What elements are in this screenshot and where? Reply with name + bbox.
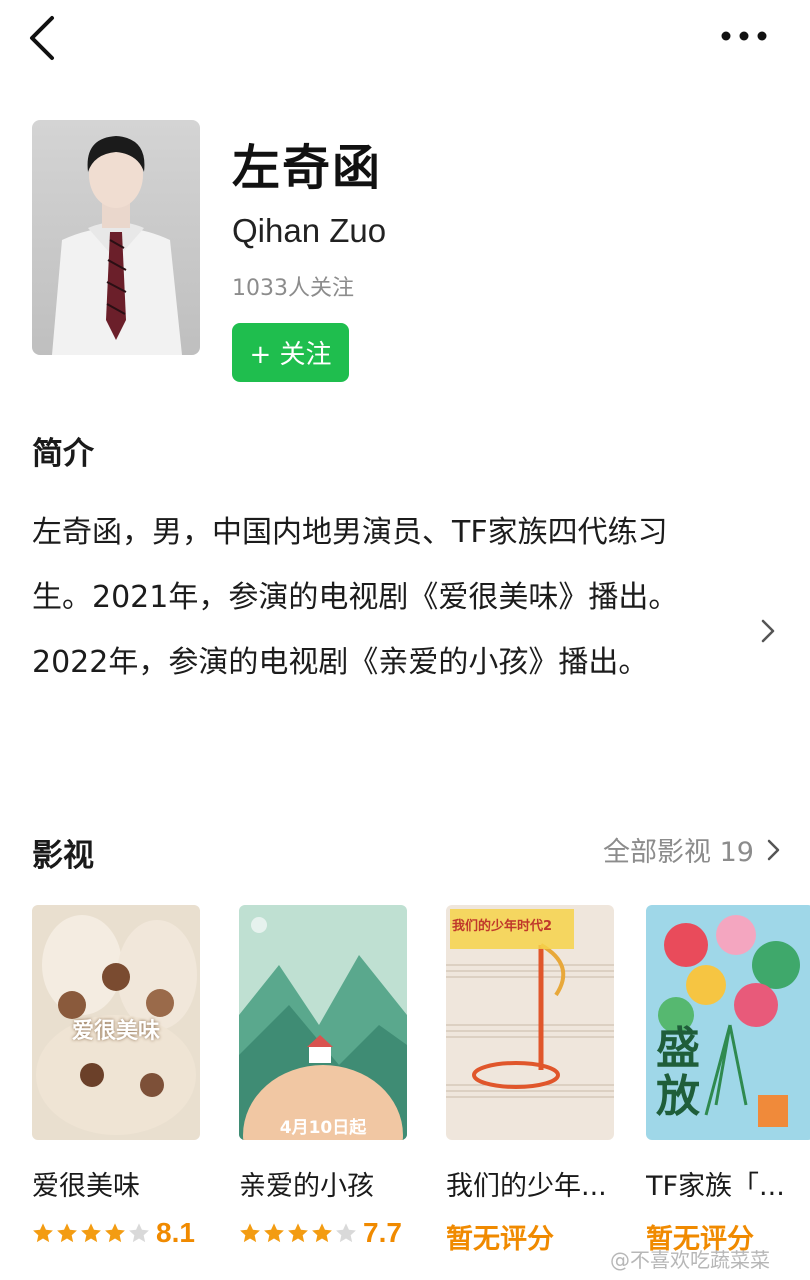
work-rating: 8.1 [32, 1217, 202, 1249]
work-card[interactable]: 我们的少年时代2 我们的少年... 暂无评分 [446, 905, 616, 1256]
work-poster[interactable]: 4月10日起 [239, 905, 407, 1140]
chevron-right-icon [767, 839, 780, 860]
work-score: 7.7 [363, 1217, 402, 1248]
work-title: 爱很美味 [32, 1171, 140, 1202]
work-rating: 暂无评分 [446, 1217, 616, 1256]
work-poster[interactable]: 我们的少年时代2 [446, 905, 614, 1140]
chevron-left-icon[interactable] [24, 14, 64, 62]
poster-text: 爱很美味 [71, 1019, 160, 1044]
works-title: 影视 [32, 838, 94, 874]
more-horizontal-icon[interactable] [716, 22, 772, 50]
star-icon [33, 1223, 53, 1243]
star-icon [105, 1223, 125, 1243]
star-icon [81, 1223, 101, 1243]
profile-name-english: Qihan Zuo [232, 212, 387, 249]
intro-text[interactable]: 左奇函，男，中国内地男演员、TF家族四代练习生。2021年，参演的电视剧《爱很美… [32, 500, 722, 695]
poster-text: 我们的少年时代2 [452, 919, 553, 934]
star-rating [32, 1222, 150, 1244]
star-icon [312, 1223, 332, 1243]
star-icon [240, 1223, 260, 1243]
all-works-label: 全部影视 19 [603, 837, 754, 868]
poster-text: 4月10日起 [279, 1118, 367, 1138]
star-icon [57, 1223, 77, 1243]
work-poster[interactable]: 盛放 [646, 905, 810, 1140]
work-title: 亲爱的小孩 [239, 1171, 374, 1202]
top-bar [0, 0, 810, 80]
work-card[interactable]: 盛放 TF家族「... 暂无评分 [646, 905, 810, 1256]
no-rating-label: 暂无评分 [446, 1224, 554, 1255]
work-score: 8.1 [156, 1217, 195, 1248]
intro-title: 简介 [32, 436, 94, 472]
star-icon [336, 1223, 356, 1243]
work-card[interactable]: 爱很美味 爱很美味 8.1 [32, 905, 202, 1249]
work-card[interactable]: 4月10日起 亲爱的小孩 7.7 [239, 905, 409, 1249]
star-rating [239, 1222, 357, 1244]
follower-count: 1033人关注 [232, 276, 354, 301]
all-works-link[interactable]: 全部影视 19 [603, 830, 782, 869]
work-title: TF家族「... [646, 1171, 785, 1202]
profile-name: 左奇函 [232, 140, 383, 196]
work-rating: 7.7 [239, 1217, 409, 1249]
star-icon [288, 1223, 308, 1243]
star-icon [264, 1223, 284, 1243]
poster-text: 盛放 [656, 1023, 700, 1122]
work-poster[interactable]: 爱很美味 [32, 905, 200, 1140]
watermark: @不喜欢吃蔬菜菜 [610, 1248, 770, 1272]
follow-button[interactable]: + 关注 [232, 323, 349, 382]
star-icon [129, 1223, 149, 1243]
chevron-right-icon[interactable] [756, 616, 780, 646]
works-list: 爱很美味 爱很美味 8.1 4月10日起 亲爱的小孩 7.7 我们的少年时代2 … [32, 905, 810, 1265]
work-title: 我们的少年... [446, 1171, 607, 1202]
avatar[interactable] [32, 120, 200, 355]
